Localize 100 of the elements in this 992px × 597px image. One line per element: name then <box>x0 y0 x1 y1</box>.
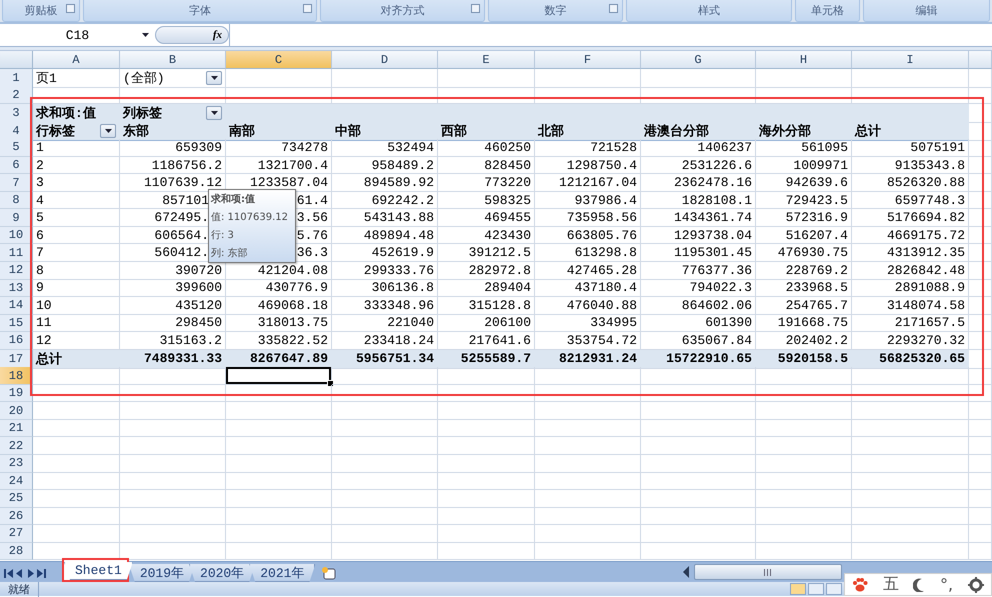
input-mode-text[interactable]: 五 <box>882 574 899 595</box>
new-sheet-icon[interactable] <box>321 566 338 580</box>
table-cell <box>969 244 992 262</box>
table-cell <box>969 280 992 298</box>
column-header[interactable]: E <box>438 51 535 69</box>
row-header[interactable]: 22 <box>0 437 33 456</box>
scroll-left-icon[interactable] <box>682 566 690 578</box>
name-box[interactable]: C18 <box>0 25 155 45</box>
table-cell: 1212167.04 <box>535 174 641 192</box>
dialog-launcher-icon[interactable] <box>609 4 618 13</box>
table-cell <box>969 350 992 369</box>
table-cell: 601390 <box>641 314 756 332</box>
cell-text: 列标签 <box>123 105 162 122</box>
row-header[interactable]: 9 <box>0 209 33 227</box>
table-cell: 864602.06 <box>641 297 756 315</box>
scrollbar-thumb[interactable] <box>694 564 842 580</box>
table-cell <box>969 262 992 280</box>
row-header[interactable]: 16 <box>0 332 33 350</box>
table-cell: 228769.2 <box>756 262 852 280</box>
row-header[interactable]: 5 <box>0 139 33 157</box>
table-cell <box>969 226 992 244</box>
table-cell: 2826842.48 <box>852 262 969 280</box>
previous-sheet-icon[interactable] <box>15 568 24 578</box>
table-cell: 282972.8 <box>438 262 535 280</box>
table-cell <box>969 420 992 438</box>
ribbon-group-label: 单元格 <box>811 3 844 18</box>
column-header[interactable]: A <box>33 51 120 69</box>
row-header[interactable]: 7 <box>0 174 33 192</box>
last-sheet-icon[interactable] <box>37 568 46 578</box>
fill-handle[interactable] <box>327 380 334 387</box>
table-cell: 476930.75 <box>756 244 852 262</box>
column-header[interactable]: G <box>641 51 756 69</box>
table-cell: 598325 <box>438 192 535 210</box>
table-cell: 306136.8 <box>332 280 438 298</box>
filter-dropdown[interactable] <box>206 71 222 85</box>
table-cell: 460250 <box>438 139 535 157</box>
row-header[interactable]: 27 <box>0 525 33 543</box>
column-header[interactable]: H <box>756 51 852 69</box>
table-cell <box>969 402 992 420</box>
dialog-launcher-icon[interactable] <box>66 4 75 13</box>
table-cell: 437180.4 <box>535 280 641 298</box>
column-header[interactable]: D <box>332 51 438 69</box>
row-header[interactable]: 12 <box>0 262 33 280</box>
column-header[interactable]: C <box>226 51 332 69</box>
row-header[interactable]: 25 <box>0 490 33 508</box>
table-cell: 1298750.4 <box>535 156 641 174</box>
table-cell: 1321700.4 <box>226 156 332 174</box>
row-header[interactable]: 21 <box>0 420 33 438</box>
column-header[interactable]: F <box>535 51 641 69</box>
table-cell: 1186756.2 <box>120 156 226 174</box>
moon-icon[interactable] <box>913 578 926 592</box>
table-cell: 2362478.16 <box>641 174 756 192</box>
row-header[interactable]: 14 <box>0 297 33 315</box>
selected-cell[interactable] <box>226 367 332 385</box>
dialog-launcher-icon[interactable] <box>471 4 480 13</box>
table-cell: 1195301.45 <box>641 244 756 262</box>
table-cell: 3148074.58 <box>852 297 969 315</box>
table-cell <box>969 139 992 157</box>
table-cell: 452619.9 <box>332 244 438 262</box>
row-header[interactable]: 28 <box>0 542 33 560</box>
table-cell: 西部 <box>438 122 535 141</box>
row-header[interactable]: 2 <box>0 86 33 104</box>
sheet-tab[interactable]: 2021年 <box>249 564 316 582</box>
table-cell: 334995 <box>535 314 641 332</box>
table-cell: 11 <box>33 314 120 332</box>
row-header[interactable]: 1 <box>0 69 33 88</box>
table-cell: 516207.4 <box>756 226 852 244</box>
dropdown-caret-icon <box>142 33 149 37</box>
column-header[interactable]: B <box>120 51 226 69</box>
ribbon-group-label: 字体 <box>189 3 211 18</box>
column-header[interactable]: I <box>852 51 969 69</box>
first-sheet-icon[interactable] <box>4 568 13 578</box>
paw-icon[interactable] <box>852 576 868 592</box>
row-header[interactable]: 23 <box>0 455 33 473</box>
row-header[interactable]: 18 <box>0 367 33 385</box>
insert-function-button[interactable]: fx <box>155 26 229 44</box>
table-cell <box>969 508 992 526</box>
caret-icon <box>210 76 218 80</box>
row-header[interactable]: 11 <box>0 244 33 262</box>
table-cell: 299333.76 <box>332 262 438 280</box>
row-header[interactable]: 20 <box>0 402 33 420</box>
table-cell: 828450 <box>438 156 535 174</box>
punctuation-mode-text[interactable]: °, <box>940 575 954 594</box>
table-cell: 729423.5 <box>756 192 852 210</box>
dialog-launcher-icon[interactable] <box>303 4 312 13</box>
table-cell: 5075191 <box>852 139 969 157</box>
row-header[interactable]: 19 <box>0 384 33 402</box>
next-sheet-icon[interactable] <box>26 568 35 578</box>
row-header[interactable]: 24 <box>0 472 33 490</box>
table-cell: 56825320.65 <box>852 350 969 369</box>
table-cell: 2171657.5 <box>852 314 969 332</box>
sheet-tab[interactable]: Sheet1 <box>64 562 133 580</box>
settings-icon[interactable] <box>968 576 984 592</box>
row-header[interactable]: 26 <box>0 508 33 526</box>
table-cell: 8526320.88 <box>852 174 969 192</box>
table-cell: 692242.2 <box>332 192 438 210</box>
table-cell <box>969 525 992 543</box>
filter-dropdown[interactable] <box>206 106 222 120</box>
table-cell: 773220 <box>438 174 535 192</box>
filter-dropdown[interactable] <box>100 124 116 138</box>
